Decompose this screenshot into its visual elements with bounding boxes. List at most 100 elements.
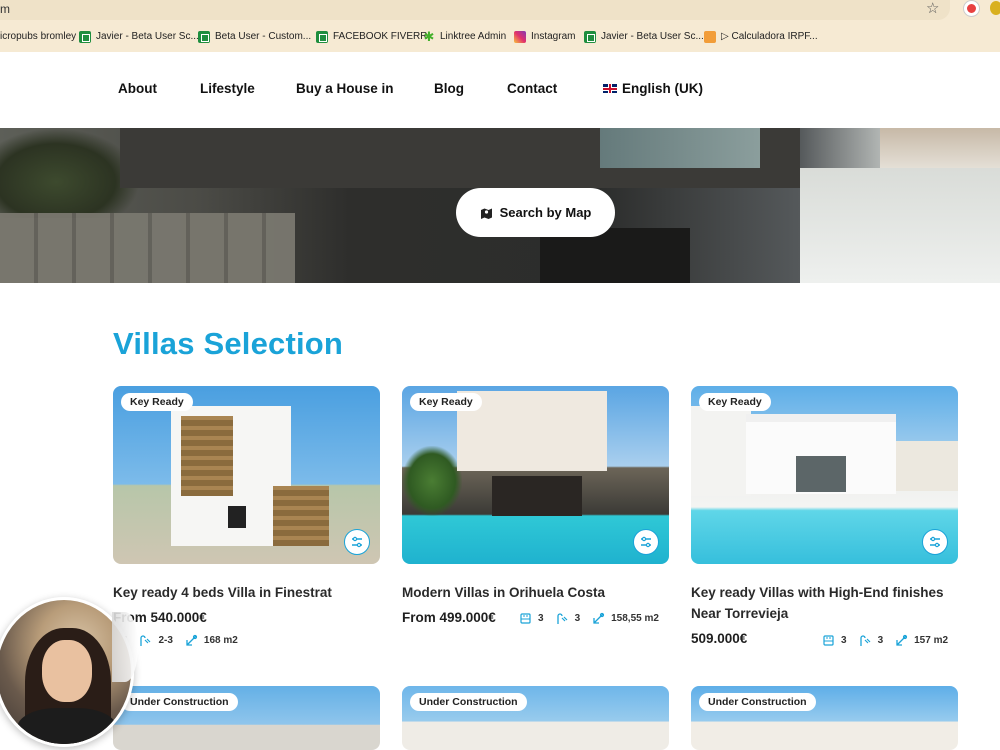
status-badge: Key Ready bbox=[410, 393, 482, 411]
status-badge: Key Ready bbox=[121, 393, 193, 411]
property-image[interactable]: Under Construction bbox=[113, 686, 380, 750]
bookmark-item[interactable]: Beta User - Custom... bbox=[198, 28, 311, 46]
bookmark-item[interactable]: ▷ Calculadora IRPF... bbox=[704, 28, 818, 46]
property-image[interactable]: Under Construction bbox=[402, 686, 669, 750]
area-icon bbox=[896, 634, 908, 646]
search-by-map-label: Search by Map bbox=[499, 205, 592, 220]
bookmark-item[interactable]: icropubs bromley bbox=[0, 28, 76, 46]
address-bar[interactable]: m bbox=[0, 0, 950, 20]
hero-glass bbox=[600, 128, 760, 168]
hero-plant bbox=[0, 128, 140, 218]
nav-contact[interactable]: Contact bbox=[507, 81, 557, 96]
instagram-icon bbox=[514, 31, 526, 43]
villa-image bbox=[691, 406, 751, 496]
nav-about[interactable]: About bbox=[118, 81, 157, 96]
compare-button[interactable] bbox=[633, 529, 659, 555]
extension-icon-2[interactable] bbox=[990, 1, 1000, 15]
bookmark-label: FACEBOOK FIVERR bbox=[333, 31, 428, 42]
villa-image bbox=[273, 486, 329, 546]
bookmark-label: Instagram bbox=[531, 31, 576, 42]
compare-icon bbox=[352, 536, 362, 548]
bookmark-label: icropubs bromley bbox=[0, 31, 77, 42]
property-title[interactable]: Key ready 4 beds Villa in Finestrat bbox=[113, 582, 380, 603]
property-card[interactable]: Under Construction bbox=[402, 686, 669, 750]
area-value: 168 m2 bbox=[203, 635, 238, 646]
villa-image bbox=[896, 441, 958, 491]
status-badge: Under Construction bbox=[121, 693, 238, 711]
hero-roof bbox=[880, 128, 1000, 173]
bookmark-label: Beta User - Custom... bbox=[215, 31, 312, 42]
villa-image bbox=[492, 476, 582, 516]
baths-value: 3 bbox=[877, 635, 884, 646]
villa-image bbox=[181, 416, 233, 496]
bookmark-item[interactable]: Javier - Beta User Sc... bbox=[584, 28, 704, 46]
bookmark-item[interactable]: ✱ Linktree Admin bbox=[423, 28, 507, 46]
bookmark-item[interactable]: Javier - Beta User Sc... bbox=[79, 28, 199, 46]
nav-buy-house[interactable]: Buy a House in bbox=[296, 81, 394, 96]
compare-button[interactable] bbox=[922, 529, 948, 555]
bookmark-label: ▷ Calculadora IRPF... bbox=[721, 31, 818, 42]
bookmarks-bar: icropubs bromley Javier - Beta User Sc..… bbox=[0, 28, 1000, 46]
url-text[interactable]: m bbox=[0, 2, 10, 16]
baths-value: 2-3 bbox=[158, 635, 173, 646]
language-label: English (UK) bbox=[622, 81, 703, 96]
property-specs: 3 3 157 m2 bbox=[822, 634, 948, 647]
bookmark-item[interactable]: Instagram bbox=[514, 28, 575, 46]
extension-icon[interactable] bbox=[964, 1, 979, 16]
compare-icon bbox=[641, 536, 651, 548]
area-value: 157 m2 bbox=[914, 635, 949, 646]
property-title[interactable]: Key ready Villas with High-End finishes … bbox=[691, 582, 958, 624]
villa-image bbox=[402, 446, 462, 516]
property-card[interactable]: Under Construction bbox=[113, 686, 380, 750]
video-shirt bbox=[17, 708, 117, 744]
bookmark-star-icon[interactable]: ☆ bbox=[926, 0, 942, 18]
property-title[interactable]: Modern Villas in Orihuela Costa bbox=[402, 582, 669, 603]
area-value: 158,55 m2 bbox=[611, 613, 659, 624]
property-image[interactable]: Key Ready bbox=[691, 386, 958, 564]
bookmark-item[interactable]: FACEBOOK FIVERR bbox=[316, 28, 427, 46]
nav-lifestyle[interactable]: Lifestyle bbox=[200, 81, 255, 96]
bath-icon bbox=[140, 635, 151, 646]
sheets-icon bbox=[316, 31, 328, 43]
beds-value: 3 bbox=[538, 613, 544, 624]
baths-value: 3 bbox=[574, 613, 581, 624]
browser-toolbar: m ☆ icropubs bromley Javier - Beta User … bbox=[0, 0, 1000, 52]
sheets-icon bbox=[79, 31, 91, 43]
bookmark-label: Javier - Beta User Sc... bbox=[601, 31, 704, 42]
video-face bbox=[42, 640, 92, 702]
bed-icon bbox=[823, 635, 834, 646]
compare-button[interactable] bbox=[344, 529, 370, 555]
sheets-icon bbox=[584, 31, 596, 43]
compare-icon bbox=[930, 536, 940, 548]
language-selector[interactable]: English (UK) bbox=[603, 81, 703, 96]
property-image[interactable]: Key Ready bbox=[402, 386, 669, 564]
area-icon bbox=[186, 634, 198, 646]
search-by-map-button[interactable]: Search by Map bbox=[456, 188, 615, 237]
property-card[interactable]: Key Ready Modern Villas in Orihuela Cost… bbox=[402, 386, 669, 625]
nav-blog[interactable]: Blog bbox=[434, 81, 464, 96]
status-badge: Under Construction bbox=[410, 693, 527, 711]
calculator-icon bbox=[704, 31, 716, 43]
bath-icon bbox=[859, 635, 870, 646]
property-price: From 499.000€ bbox=[402, 610, 496, 625]
property-card[interactable]: Under Construction bbox=[691, 686, 958, 750]
uk-flag-icon bbox=[603, 84, 617, 93]
hero-white-house bbox=[800, 168, 1000, 283]
hero-stone-wall bbox=[0, 213, 295, 283]
section-title: Villas Selection bbox=[113, 326, 344, 361]
map-icon bbox=[480, 207, 493, 219]
linktree-icon: ✱ bbox=[423, 29, 435, 44]
property-card[interactable]: Key Ready Key ready 4 beds Villa in Fine… bbox=[113, 386, 380, 646]
villa-image bbox=[228, 506, 246, 528]
status-badge: Key Ready bbox=[699, 393, 771, 411]
property-card[interactable]: Key Ready Key ready Villas with High-End… bbox=[691, 386, 958, 646]
bed-icon bbox=[520, 613, 531, 624]
bubble-peel bbox=[112, 612, 138, 682]
villa-image bbox=[796, 456, 846, 492]
property-image[interactable]: Under Construction bbox=[691, 686, 958, 750]
bookmark-label: Javier - Beta User Sc... bbox=[96, 31, 199, 42]
area-icon bbox=[593, 612, 605, 624]
status-badge: Under Construction bbox=[699, 693, 816, 711]
bookmark-label: Linktree Admin bbox=[440, 31, 507, 42]
property-image[interactable]: Key Ready bbox=[113, 386, 380, 564]
